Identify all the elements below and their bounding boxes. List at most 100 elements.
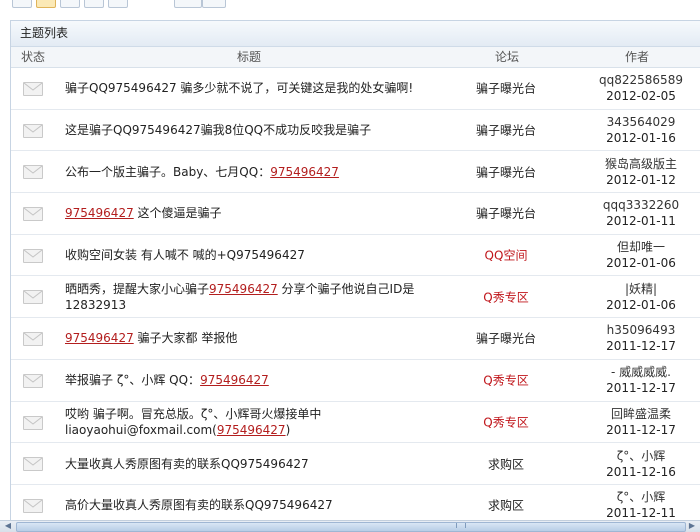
table-row[interactable]: 晒晒秀，提醒大家小心骗子975496427 分享个骗子他说自己ID是128329… — [11, 276, 700, 319]
author-cell: 但却唯一 2012-01-06 — [586, 239, 696, 271]
pager-button[interactable] — [36, 0, 56, 8]
author-name[interactable]: 但却唯一 — [586, 239, 696, 255]
author-cell: 猴岛高级版主 2012-01-12 — [586, 156, 696, 188]
author-name[interactable]: 回眸盛温柔 — [586, 406, 696, 422]
scroll-left-icon[interactable]: ◀ — [1, 521, 15, 531]
post-date: 2011-12-17 — [606, 339, 676, 354]
table-row[interactable]: 大量收真人秀原图有卖的联系QQ975496427 求购区 ζ°、小辉 2011-12-… — [11, 443, 700, 485]
column-status: 状态 — [21, 50, 46, 64]
forum-link[interactable]: QQ空间 — [456, 247, 556, 264]
post-date: 2012-02-05 — [606, 89, 676, 104]
panel-title: 主题列表 — [11, 21, 700, 47]
qq-number-link[interactable]: 975496427 — [217, 423, 286, 437]
envelope-icon — [23, 332, 43, 347]
topic-title-text: 举报骗子 ζ°、小辉 QQ： — [65, 373, 201, 388]
topic-title[interactable]: 骗子QQ975496427 骗多少就不说了，可关键这是我的处女骗啊! — [65, 80, 437, 96]
forum-link[interactable]: 骗子曝光台 — [456, 330, 556, 347]
topic-title[interactable]: 哎哟 骗子啊。冒充总版。ζ°、小辉哥火爆接单中 liaoyaohui@foxma… — [65, 406, 437, 438]
pager — [0, 0, 700, 8]
pager-button[interactable] — [60, 0, 80, 8]
author-cell: qq822586589 2012-02-05 — [586, 72, 696, 104]
topic-title-text: 高价大量收真人秀原图有卖的联系QQ975496427 — [65, 498, 333, 513]
author-cell: qqq3332260 2012-01-11 — [586, 197, 696, 229]
forum-link[interactable]: 求购区 — [456, 455, 556, 472]
table-row[interactable]: 975496427 这个傻逼是骗子 骗子曝光台 qqq3332260 2012-01-… — [11, 193, 700, 235]
envelope-icon — [23, 457, 43, 472]
author-name[interactable]: |妖精| — [586, 281, 696, 297]
topic-title[interactable]: 晒晒秀，提醒大家小心骗子975496427 分享个骗子他说自己ID是128329… — [65, 281, 437, 313]
column-header: 状态 标题 论坛 作者 — [11, 47, 700, 68]
qq-number-link[interactable]: 975496427 — [209, 282, 278, 296]
author-name[interactable]: h35096493 — [586, 322, 696, 338]
envelope-icon — [23, 373, 43, 388]
post-date: 2012-01-06 — [606, 256, 676, 271]
forum-link[interactable]: 骗子曝光台 — [456, 163, 556, 180]
pager-button[interactable] — [108, 0, 128, 8]
table-row[interactable]: 这是骗子QQ975496427骗我8位QQ不成功反咬我是骗子 骗子曝光台 34356… — [11, 110, 700, 152]
author-name[interactable]: - 威威威威. — [586, 364, 696, 380]
column-title: 标题 — [237, 50, 262, 64]
topic-title[interactable]: 公布一个版主骗子。Baby、七月QQ：975496427 — [65, 164, 437, 180]
scroll-right-icon[interactable]: ▶ — [685, 521, 699, 531]
topic-title[interactable]: 收购空间女装 有人喊不 喊的+Q975496427 — [65, 247, 437, 263]
topic-title-text: 晒晒秀，提醒大家小心骗子 — [65, 281, 210, 296]
topic-title[interactable]: 高价大量收真人秀原图有卖的联系QQ975496427 — [65, 497, 437, 513]
topic-title[interactable]: 975496427 这个傻逼是骗子 — [65, 205, 437, 221]
forum-link[interactable]: 求购区 — [456, 497, 556, 514]
author-cell: |妖精| 2012-01-06 — [586, 281, 696, 313]
table-row[interactable]: 骗子QQ975496427 骗多少就不说了，可关键这是我的处女骗啊! 骗子曝光台 q… — [11, 68, 700, 110]
post-date: 2011-12-16 — [606, 464, 676, 479]
author-cell: ζ°、小辉 2011-12-11 — [586, 489, 696, 521]
pager-jump-input[interactable] — [174, 0, 202, 8]
forum-link[interactable]: Q秀专区 — [456, 288, 556, 305]
author-name[interactable]: 猴岛高级版主 — [586, 156, 696, 172]
author-cell: - 威威威威. 2011-12-17 — [586, 364, 696, 396]
post-date: 2011-12-17 — [606, 422, 676, 437]
table-row[interactable]: 举报骗子 ζ°、小辉 QQ：975496427 Q秀专区 - 威威威威. 2011-1… — [11, 360, 700, 402]
column-author: 作者 — [625, 50, 650, 64]
table-row[interactable]: 975496427 骗子大家都 举报他 骗子曝光台 h35096493 2011-12… — [11, 318, 700, 360]
horizontal-scrollbar[interactable]: ◀ ▶ — [0, 520, 700, 532]
forum-link[interactable]: 骗子曝光台 — [456, 205, 556, 222]
topic-title[interactable]: 举报骗子 ζ°、小辉 QQ：975496427 — [65, 372, 437, 388]
qq-number-link[interactable]: 975496427 — [200, 373, 269, 387]
forum-link[interactable]: Q秀专区 — [456, 372, 556, 389]
table-row[interactable]: 收购空间女装 有人喊不 喊的+Q975496427 QQ空间 但却唯一 2012-01… — [11, 235, 700, 277]
envelope-icon — [23, 248, 43, 263]
author-name[interactable]: qqq3332260 — [586, 197, 696, 213]
scrollbar-grip-icon — [456, 523, 466, 528]
forum-link[interactable]: 骗子曝光台 — [456, 122, 556, 139]
qq-number-link[interactable]: 975496427 — [65, 331, 134, 345]
forum-link[interactable]: 骗子曝光台 — [456, 80, 556, 97]
author-cell: 343564029 2012-01-16 — [586, 114, 696, 146]
author-name[interactable]: qq822586589 — [586, 72, 696, 88]
pager-button[interactable] — [84, 0, 104, 8]
topic-title[interactable]: 大量收真人秀原图有卖的联系QQ975496427 — [65, 456, 437, 472]
table-row[interactable]: 哎哟 骗子啊。冒充总版。ζ°、小辉哥火爆接单中 liaoyaohui@foxma… — [11, 402, 700, 444]
post-date: 2011-12-11 — [606, 506, 676, 521]
pager-button[interactable] — [12, 0, 32, 8]
topic-rows: 骗子QQ975496427 骗多少就不说了，可关键这是我的处女骗啊! 骗子曝光台 q… — [11, 68, 700, 521]
qq-number-link[interactable]: 975496427 — [65, 206, 134, 220]
topic-title[interactable]: 这是骗子QQ975496427骗我8位QQ不成功反咬我是骗子 — [65, 122, 437, 138]
topic-title-text: 骗子大家都 举报他 — [133, 331, 238, 346]
topic-title-text: ) — [285, 422, 291, 437]
envelope-icon — [23, 123, 43, 138]
column-forum: 论坛 — [495, 50, 520, 64]
author-name[interactable]: ζ°、小辉 — [586, 448, 696, 464]
post-date: 2012-01-06 — [606, 297, 676, 312]
forum-link[interactable]: Q秀专区 — [456, 413, 556, 430]
author-name[interactable]: ζ°、小辉 — [586, 489, 696, 505]
qq-number-link[interactable]: 975496427 — [270, 165, 339, 179]
envelope-icon — [23, 415, 43, 430]
topic-title-text: 这是骗子QQ975496427骗我8位QQ不成功反咬我是骗子 — [65, 123, 372, 138]
table-row[interactable]: 高价大量收真人秀原图有卖的联系QQ975496427 求购区 ζ°、小辉 2011-1… — [11, 485, 700, 521]
topic-list-panel: 主题列表 状态 标题 论坛 作者 骗子QQ975496427 骗多少就不说了，可… — [10, 20, 700, 522]
envelope-icon — [23, 290, 43, 305]
post-date: 2012-01-12 — [606, 172, 676, 187]
topic-title[interactable]: 975496427 骗子大家都 举报他 — [65, 330, 437, 346]
author-name[interactable]: 343564029 — [586, 114, 696, 130]
author-cell: ζ°、小辉 2011-12-16 — [586, 448, 696, 480]
table-row[interactable]: 公布一个版主骗子。Baby、七月QQ：975496427 骗子曝光台 猴岛高级版主 2… — [11, 151, 700, 194]
pager-go-button[interactable] — [202, 0, 226, 8]
